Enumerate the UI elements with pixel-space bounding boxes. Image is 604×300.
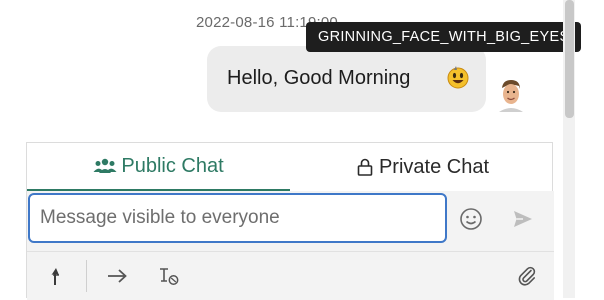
format-icon [160, 268, 179, 285]
toolbar-divider [86, 260, 87, 292]
send-button[interactable] [509, 205, 537, 233]
tab-public-chat-label: Public Chat [121, 154, 224, 177]
tab-private-chat-label: Private Chat [378, 155, 490, 178]
chat-tabs: Public Chat Private Chat [27, 143, 554, 192]
paperclip-icon [518, 266, 536, 286]
lock-icon [357, 158, 373, 176]
arrow-right-icon [108, 269, 127, 283]
emoji-picker-button[interactable] [457, 205, 485, 233]
mention-button[interactable] [43, 262, 69, 290]
arrow-button[interactable] [103, 262, 131, 290]
mention-icon [51, 268, 59, 285]
tab-private-chat[interactable]: Private Chat [290, 143, 554, 191]
message-bubble: Hello, Good Morning [207, 46, 486, 112]
message-input[interactable] [28, 193, 447, 243]
send-icon [514, 211, 532, 227]
message-text: Hello, Good Morning [227, 67, 411, 89]
composer-toolbar [27, 251, 554, 300]
chat-message-area: 2022-08-16 11:19:00 Hello, Good Morning … [0, 0, 604, 300]
tab-public-chat[interactable]: Public Chat [27, 143, 290, 192]
group-icon [93, 158, 117, 173]
message-composer [27, 191, 554, 251]
emoji-tooltip: GRINNING_FACE_WITH_BIG_EYES [306, 22, 582, 52]
smiley-icon [460, 208, 482, 230]
user-avatar[interactable] [496, 78, 526, 112]
format-button[interactable] [154, 262, 184, 290]
scrollbar-thumb[interactable] [565, 0, 574, 118]
attach-button[interactable] [514, 262, 540, 290]
chat-input-panel: Public Chat Private Chat [26, 142, 554, 300]
grinning-face-with-big-eyes-icon[interactable] [445, 64, 471, 90]
